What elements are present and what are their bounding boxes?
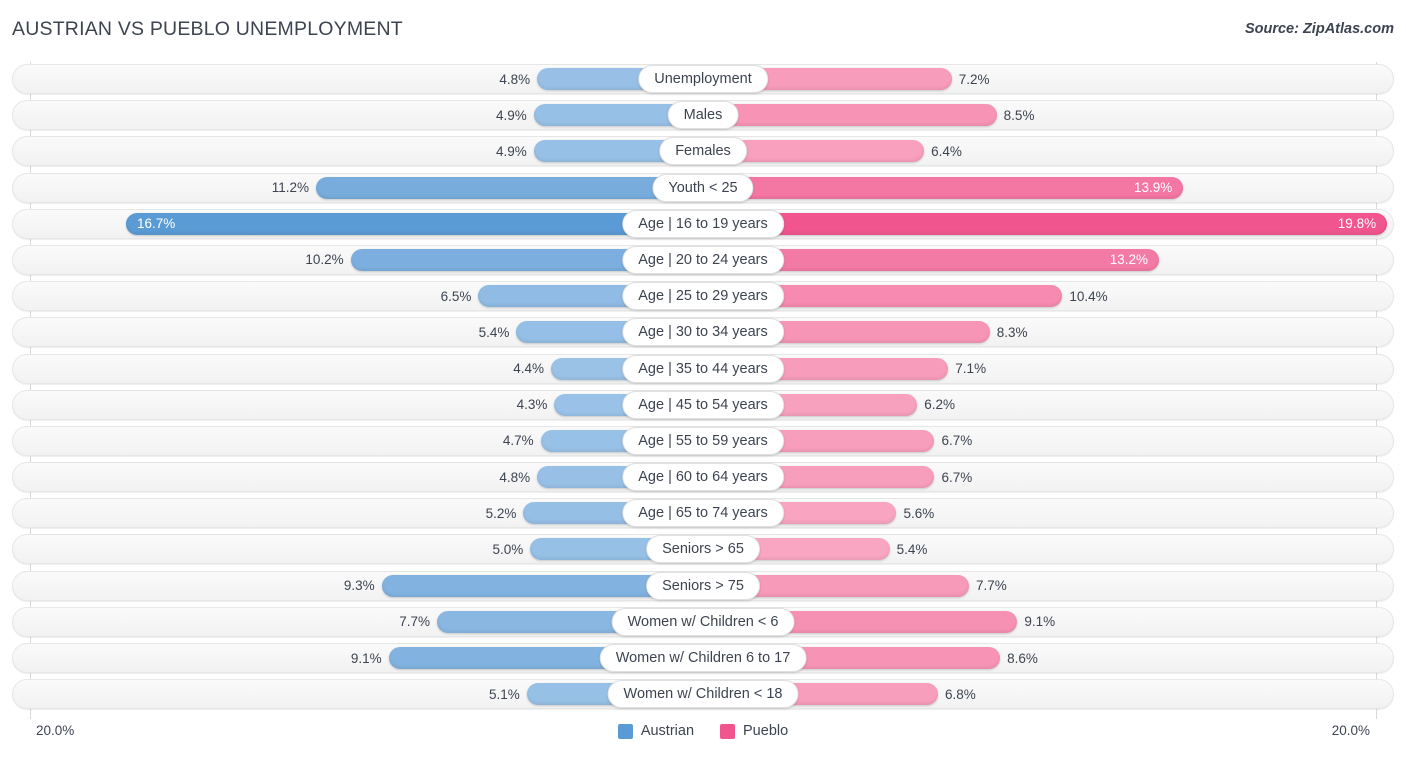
bar-row[interactable]: 9.3% 7.7% Seniors > 75	[12, 569, 1394, 605]
value-label-pueblo: 6.7%	[941, 469, 973, 485]
category-label[interactable]: Women w/ Children < 6	[611, 607, 795, 636]
bar-row[interactable]: 7.7% 9.1% Women w/ Children < 6	[12, 605, 1394, 641]
category-label[interactable]: Age | 55 to 59 years	[622, 426, 784, 455]
value-label-austrian: 7.7%	[399, 614, 430, 630]
legend-label-pueblo: Pueblo	[743, 723, 789, 739]
legend-item-austrian[interactable]: Austrian	[617, 723, 695, 739]
value-label-austrian: 16.7%	[137, 216, 176, 232]
legend-item-pueblo[interactable]: Pueblo	[720, 723, 788, 739]
value-label-pueblo: 10.4%	[1069, 288, 1108, 304]
legend-label-austrian: Austrian	[640, 723, 695, 739]
bar-row-list: 4.8% 7.2% Unemployment 4.9% 8.5% Males 4.9% 6.4…	[12, 62, 1394, 713]
value-label-pueblo: 5.4%	[896, 541, 928, 557]
category-label[interactable]: Women w/ Children 6 to 17	[599, 644, 807, 672]
value-label-pueblo: 8.6%	[1007, 650, 1038, 666]
bar-row[interactable]: 4.9% 8.5% Males	[12, 98, 1394, 134]
value-label-austrian: 9.3%	[343, 578, 375, 594]
category-label[interactable]: Women w/ Children < 18	[607, 680, 799, 709]
category-label[interactable]: Age | 45 to 54 years	[622, 390, 784, 419]
value-label-austrian: 4.9%	[495, 107, 527, 123]
value-label-pueblo: 19.8%	[1337, 216, 1377, 232]
value-label-pueblo: 8.3%	[996, 324, 1028, 340]
value-label-austrian: 5.4%	[478, 324, 510, 340]
value-label-austrian: 5.2%	[485, 505, 517, 521]
legend-swatch-austrian	[617, 723, 633, 739]
value-label-austrian: 4.4%	[513, 361, 544, 376]
source-attribution: Source: ZipAtlas.com	[1244, 21, 1394, 37]
value-label-pueblo: 6.7%	[941, 433, 973, 449]
category-label[interactable]: Age | 60 to 64 years	[622, 463, 784, 492]
bar-row[interactable]: 10.2% 13.2% Age | 20 to 24 years	[12, 243, 1394, 279]
bar-austrian[interactable]	[316, 176, 703, 199]
value-label-pueblo: 6.4%	[931, 143, 962, 159]
legend: Austrian Pueblo	[0, 723, 1406, 739]
bar-row[interactable]: 4.7% 6.7% Age | 55 to 59 years	[12, 424, 1394, 460]
value-label-austrian: 6.5%	[440, 288, 472, 304]
category-label[interactable]: Youth < 25	[652, 173, 754, 202]
bar-row[interactable]: 5.1% 6.8% Women w/ Children < 18	[12, 677, 1394, 713]
value-label-pueblo: 5.6%	[903, 505, 935, 521]
bar-pueblo-fill	[703, 104, 997, 127]
bar-row[interactable]: 4.8% 7.2% Unemployment	[12, 62, 1394, 98]
value-label-pueblo: 7.7%	[976, 578, 1007, 594]
category-label[interactable]: Age | 30 to 34 years	[622, 318, 784, 347]
value-label-austrian: 5.1%	[489, 686, 520, 702]
chart-page: AUSTRIAN VS PUEBLO UNEMPLOYMENT Source: …	[0, 0, 1406, 757]
bar-row[interactable]: 11.2% 13.9% Youth < 25	[12, 171, 1394, 207]
bar-row[interactable]: 9.1% 8.6% Women w/ Children 6 to 17	[12, 641, 1394, 677]
value-label-austrian: 9.1%	[350, 650, 382, 666]
value-label-austrian: 4.8%	[499, 469, 531, 485]
value-label-pueblo: 8.5%	[1003, 107, 1035, 123]
value-label-pueblo: 13.9%	[1133, 180, 1173, 196]
bar-pueblo[interactable]	[703, 104, 997, 127]
bar-row[interactable]: 6.5% 10.4% Age | 25 to 29 years	[12, 279, 1394, 315]
value-label-pueblo: 7.2%	[958, 71, 990, 87]
bar-row[interactable]: 4.9% 6.4% Females	[12, 134, 1394, 170]
bar-austrian-fill	[316, 176, 703, 199]
value-label-pueblo: 7.1%	[955, 361, 987, 376]
bar-row[interactable]: 16.7% 19.8% Age | 16 to 19 years	[12, 207, 1394, 243]
category-label[interactable]: Females	[659, 137, 747, 166]
category-label[interactable]: Age | 25 to 29 years	[622, 282, 784, 311]
bar-row[interactable]: 4.8% 6.7% Age | 60 to 64 years	[12, 460, 1394, 496]
category-label[interactable]: Age | 20 to 24 years	[622, 245, 784, 274]
value-label-austrian: 4.8%	[499, 71, 531, 87]
value-label-austrian: 4.3%	[516, 397, 548, 413]
value-label-austrian: 10.2%	[305, 252, 344, 268]
bar-row[interactable]: 4.4% 7.1% Age | 35 to 44 years	[12, 352, 1394, 388]
value-label-austrian: 5.0%	[492, 541, 524, 557]
category-label[interactable]: Age | 65 to 74 years	[622, 499, 784, 528]
value-label-austrian: 4.9%	[495, 143, 527, 159]
legend-swatch-pueblo	[720, 723, 736, 739]
bar-row[interactable]: 5.4% 8.3% Age | 30 to 34 years	[12, 315, 1394, 351]
value-label-pueblo: 9.1%	[1024, 614, 1056, 630]
value-label-austrian: 4.7%	[502, 433, 534, 449]
bar-row[interactable]: 4.3% 6.2% Age | 45 to 54 years	[12, 388, 1394, 424]
page-title: AUSTRIAN VS PUEBLO UNEMPLOYMENT	[12, 18, 403, 40]
value-label-pueblo: 6.8%	[944, 686, 976, 702]
category-label[interactable]: Age | 35 to 44 years	[622, 354, 784, 383]
category-label[interactable]: Seniors > 65	[646, 535, 760, 564]
value-label-austrian: 11.2%	[271, 180, 310, 196]
bar-row[interactable]: 5.2% 5.6% Age | 65 to 74 years	[12, 496, 1394, 532]
category-label[interactable]: Males	[667, 101, 739, 130]
category-label[interactable]: Seniors > 75	[646, 571, 760, 600]
plot-area: 4.8% 7.2% Unemployment 4.9% 8.5% Males 4.9% 6.4…	[12, 62, 1394, 719]
value-label-pueblo: 6.2%	[924, 397, 955, 413]
category-label[interactable]: Unemployment	[638, 65, 768, 93]
category-label[interactable]: Age | 16 to 19 years	[622, 209, 784, 238]
bar-row[interactable]: 5.0% 5.4% Seniors > 65	[12, 532, 1394, 568]
